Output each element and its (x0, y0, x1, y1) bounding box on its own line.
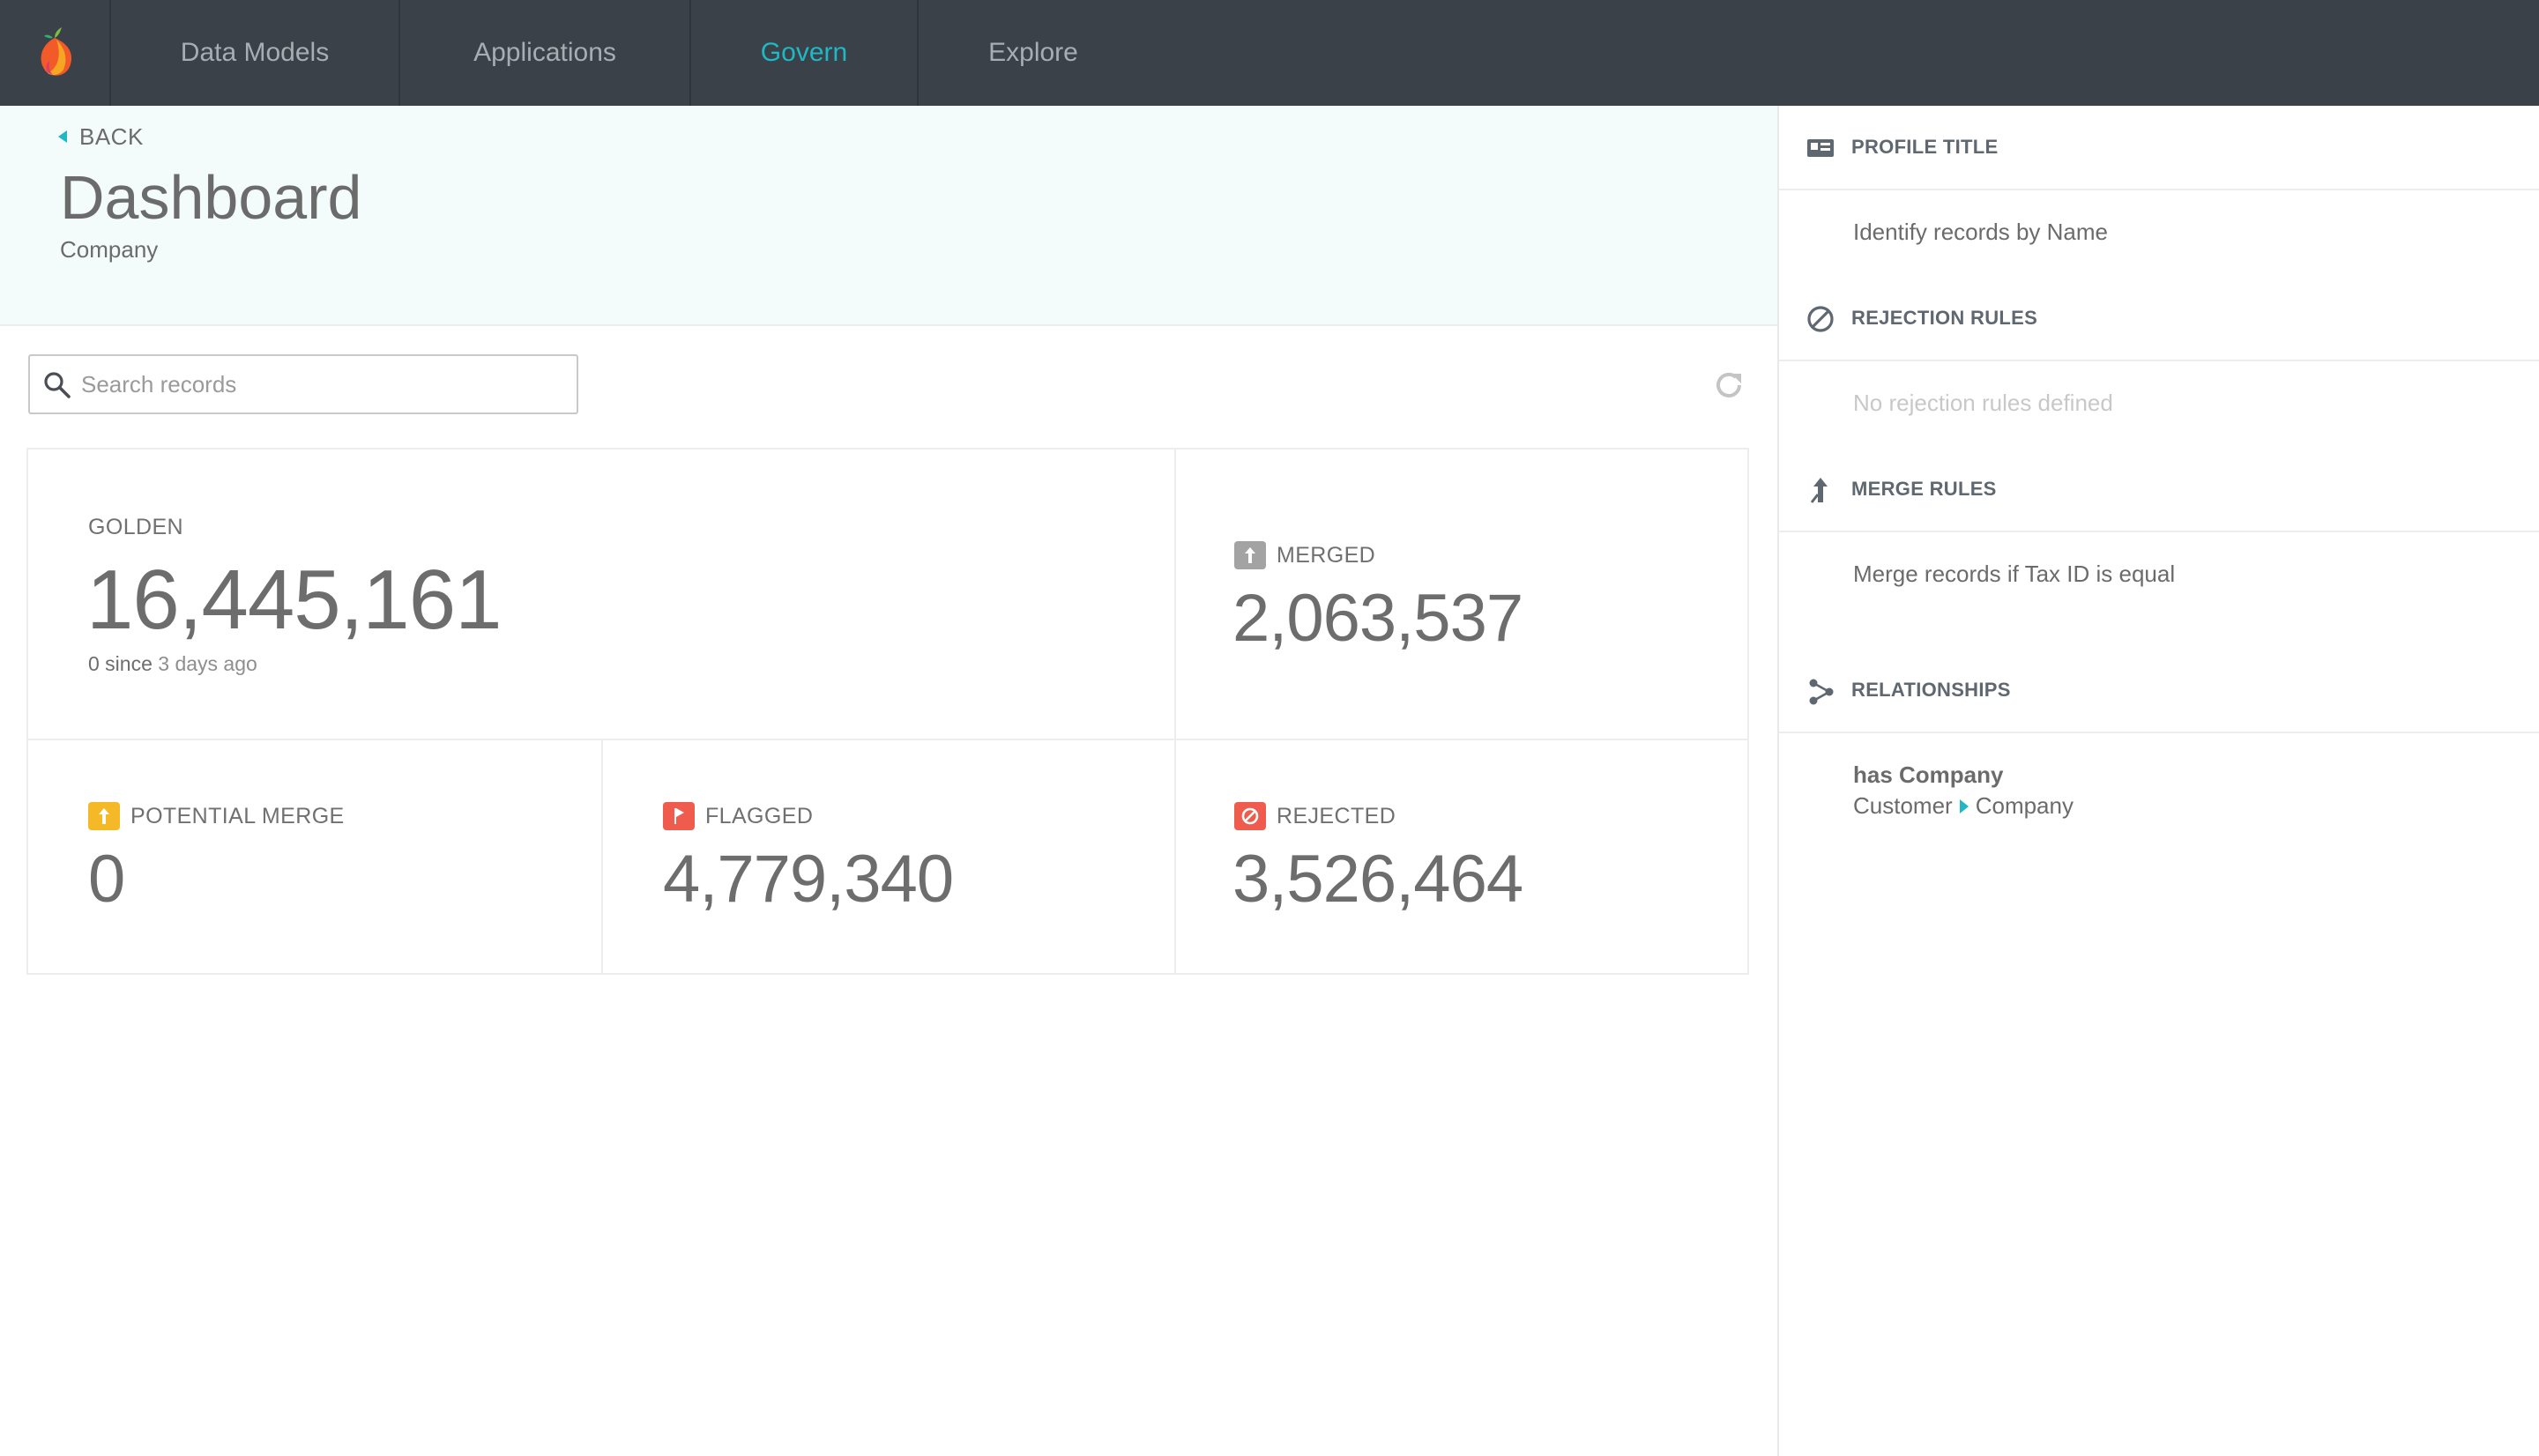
merge-icon (1234, 541, 1266, 569)
ban-icon (1807, 306, 1834, 332)
golden-value: 16,445,161 (86, 553, 502, 647)
search-box[interactable] (28, 354, 578, 414)
merge-icon (1810, 478, 1828, 503)
nav-tab-applications[interactable]: Applications (400, 0, 691, 106)
back-link[interactable]: BACK (58, 123, 144, 150)
page-title: Dashboard (60, 163, 362, 232)
search-icon (44, 372, 71, 398)
golden-label: GOLDEN (88, 515, 183, 539)
golden-card[interactable]: GOLDEN 16,445,161 0 since 3 days ago (28, 449, 1176, 740)
relationship-item[interactable]: has Company Customer Company (1853, 761, 2074, 820)
relationships-heading: RELATIONSHIPS (1779, 649, 2539, 733)
potential-merge-card[interactable]: POTENTIAL MERGE 0 (28, 740, 603, 973)
golden-change: 0 since 3 days ago (88, 652, 257, 676)
flag-icon (663, 802, 695, 830)
potential-merge-label-row: POTENTIAL MERGE (88, 802, 345, 830)
flagged-label: FLAGGED (705, 803, 814, 828)
merge-rules-heading: MERGE RULES (1779, 448, 2539, 532)
relationship-title: has Company (1853, 761, 2004, 788)
top-nav: Data Models Applications Govern Explore (0, 0, 2539, 106)
profile-title-heading-text: PROFILE TITLE (1851, 136, 1999, 158)
golden-change-time: 3 days ago (158, 652, 257, 675)
merge-icon (88, 802, 120, 830)
app-logo[interactable] (0, 0, 111, 106)
flagged-label-row: FLAGGED (663, 802, 813, 830)
rejected-value: 3,526,464 (1232, 842, 1523, 917)
profile-title-body: Identify records by Name (1853, 219, 2109, 245)
profile-title-heading: PROFILE TITLE (1779, 106, 2539, 190)
golden-change-count: 0 since (88, 652, 153, 675)
back-label: BACK (79, 123, 144, 150)
page-subtitle: Company (60, 236, 159, 263)
caret-left-icon (58, 130, 67, 143)
rejection-rules-heading: REJECTION RULES (1779, 277, 2539, 361)
nav-tab-explore[interactable]: Explore (919, 0, 1148, 106)
rejected-card[interactable]: REJECTED 3,526,464 (1176, 740, 1749, 973)
rejection-rules-heading-text: REJECTION RULES (1851, 307, 2038, 329)
merge-rules-body: Merge records if Tax ID is equal (1853, 561, 2176, 587)
ban-icon (1234, 802, 1266, 830)
merge-rules-heading-text: MERGE RULES (1851, 478, 1997, 500)
caret-right-icon (1959, 799, 1969, 813)
potential-merge-value: 0 (88, 842, 125, 917)
refresh-icon[interactable] (1712, 368, 1746, 402)
rejected-label: REJECTED (1277, 803, 1396, 828)
share-icon (1809, 679, 1834, 705)
merged-value: 2,063,537 (1232, 581, 1523, 656)
relationships-heading-text: RELATIONSHIPS (1851, 679, 2011, 701)
potential-merge-label: POTENTIAL MERGE (130, 803, 345, 828)
merged-label: MERGED (1277, 542, 1376, 568)
rejected-label-row: REJECTED (1234, 802, 1396, 830)
flagged-card[interactable]: FLAGGED 4,779,340 (603, 740, 1176, 973)
search-input[interactable] (81, 370, 557, 398)
relationship-path: Customer Company (1853, 792, 2074, 820)
nav-tab-data-models[interactable]: Data Models (111, 0, 400, 106)
relationship-to: Company (1975, 792, 2074, 819)
nav-tab-govern[interactable]: Govern (691, 0, 919, 106)
merged-label-row: MERGED (1234, 541, 1375, 569)
flagged-value: 4,779,340 (663, 842, 954, 917)
merged-card[interactable]: MERGED 2,063,537 (1176, 449, 1749, 740)
profile-sidebar: PROFILE TITLE Identify records by Name R… (1777, 106, 2539, 1456)
rejection-rules-body: No rejection rules defined (1853, 390, 2113, 416)
id-card-icon (1807, 139, 1834, 157)
logo-icon (41, 27, 72, 76)
stats-grid: GOLDEN 16,445,161 0 since 3 days ago MER… (26, 448, 1749, 975)
relationship-from: Customer (1853, 792, 1953, 819)
